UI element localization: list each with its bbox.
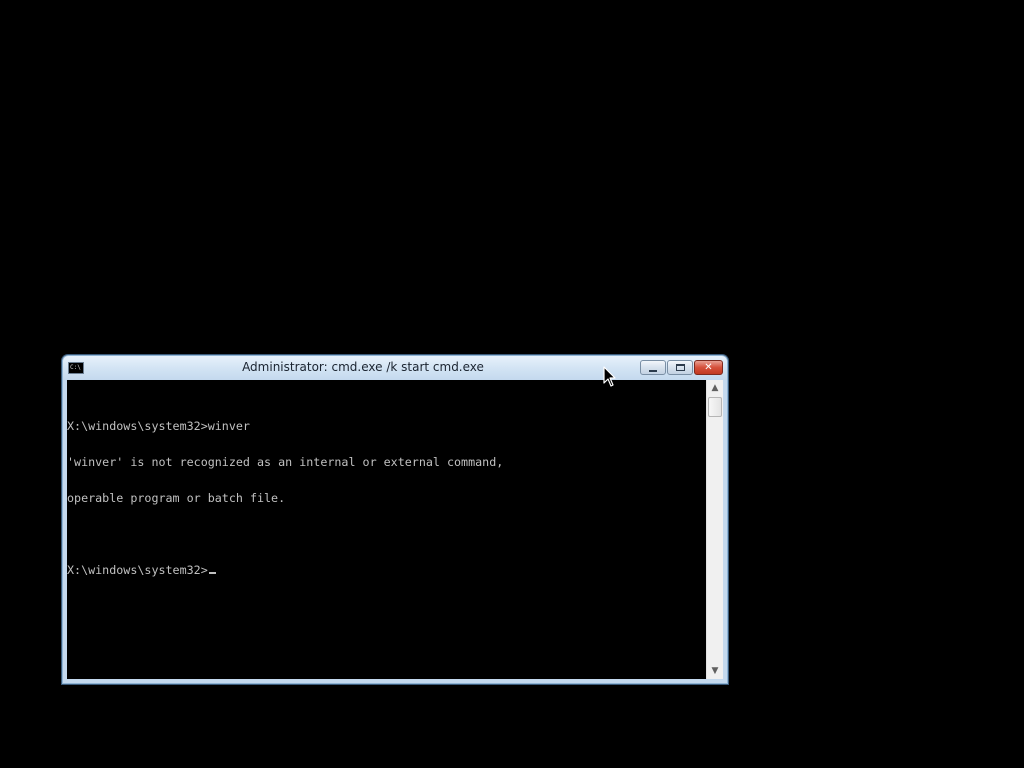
- scroll-up-button[interactable]: ▲: [707, 380, 723, 396]
- vertical-scrollbar[interactable]: ▲ ▼: [706, 380, 723, 679]
- scroll-down-button[interactable]: ▼: [707, 663, 723, 679]
- scroll-thumb[interactable]: [708, 397, 722, 417]
- arrow-down-icon: ▼: [711, 666, 719, 676]
- window-title: Administrator: cmd.exe /k start cmd.exe: [242, 360, 484, 374]
- close-button[interactable]: ✕: [694, 360, 723, 375]
- minimize-button[interactable]: [640, 360, 666, 375]
- prompt-line[interactable]: X:\windows\system32>: [67, 564, 707, 576]
- minimize-icon: [649, 369, 657, 372]
- prompt-text: X:\windows\system32>: [67, 563, 208, 577]
- mouse-pointer-icon: [603, 366, 616, 387]
- console-line: 'winver' is not recognized as an interna…: [67, 455, 504, 469]
- maximize-button[interactable]: [667, 360, 693, 375]
- maximize-icon: [675, 364, 685, 371]
- console-client-area[interactable]: X:\windows\system32>winver 'winver' is n…: [67, 380, 723, 679]
- title-bar[interactable]: C:\ Administrator: cmd.exe /k start cmd.…: [63, 356, 727, 380]
- arrow-up-icon: ▲: [711, 383, 719, 393]
- console-line: X:\windows\system32>winver: [67, 419, 250, 433]
- close-icon: ✕: [704, 362, 713, 373]
- console-line: operable program or batch file.: [67, 491, 286, 505]
- console-output[interactable]: X:\windows\system32>winver 'winver' is n…: [67, 396, 707, 679]
- command-prompt-window[interactable]: C:\ Administrator: cmd.exe /k start cmd.…: [62, 355, 728, 684]
- text-cursor: [208, 572, 216, 574]
- desktop: C:\ Administrator: cmd.exe /k start cmd.…: [0, 0, 1024, 768]
